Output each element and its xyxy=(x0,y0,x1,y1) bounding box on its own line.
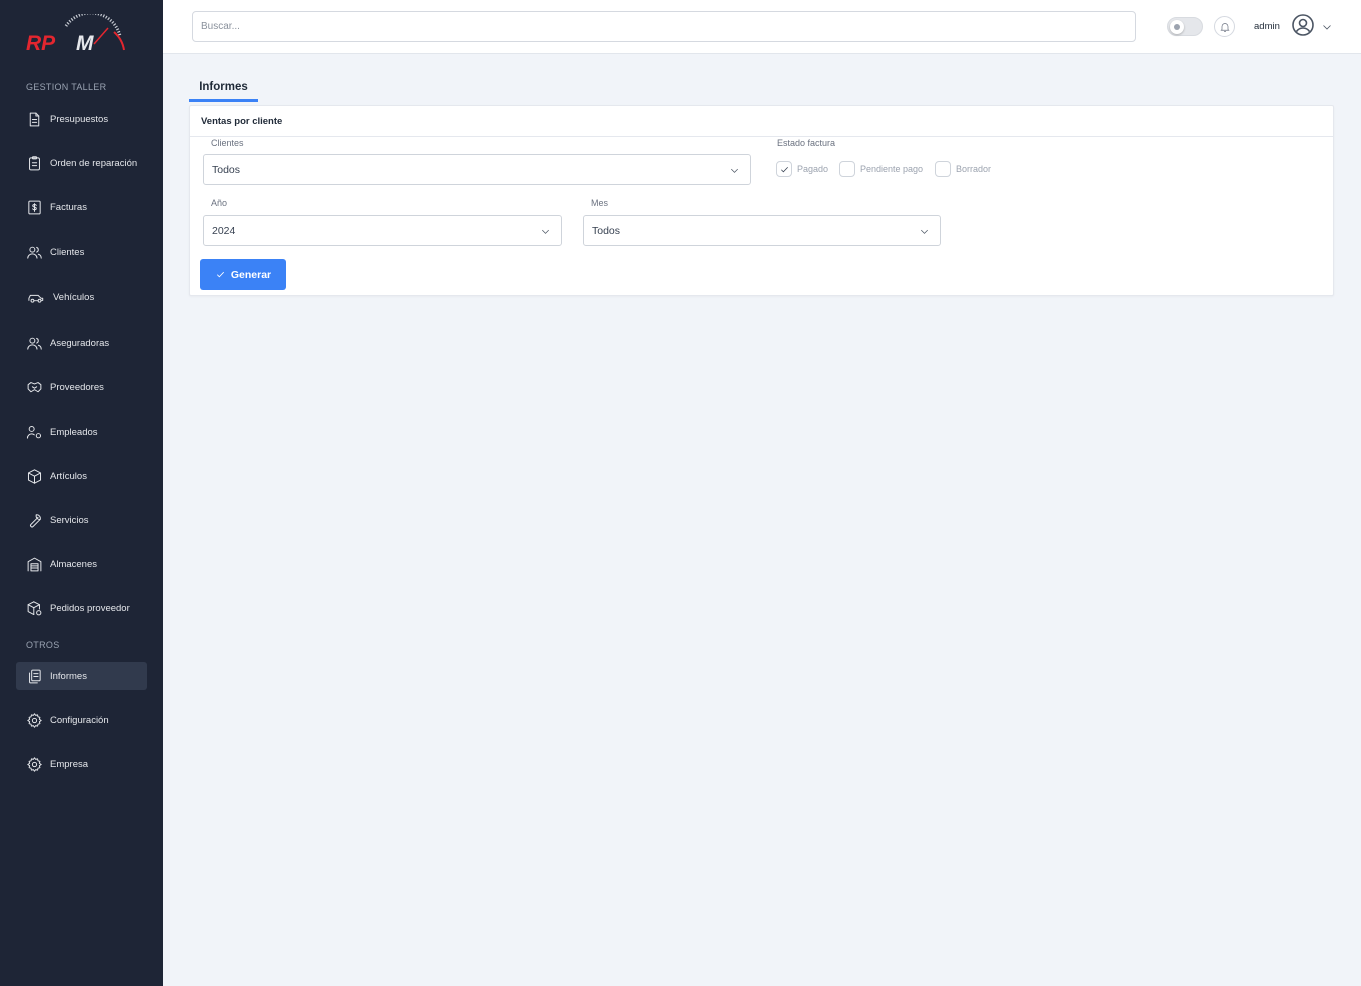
documents-icon xyxy=(29,669,41,683)
sidebar-item-label: Empleados xyxy=(50,426,98,438)
sidebar-item-proveedores[interactable]: Proveedores xyxy=(16,373,147,401)
sidebar-item-label: Facturas xyxy=(50,201,87,213)
mes-select[interactable]: Todos xyxy=(583,215,941,246)
sidebar-item-facturas[interactable]: Facturas xyxy=(16,193,147,221)
checkbox-box[interactable] xyxy=(839,161,855,177)
sidebar-item-label: Vehículos xyxy=(53,291,95,303)
chevron-down-icon xyxy=(1323,25,1331,30)
svg-text:M: M xyxy=(76,32,94,55)
bell-icon xyxy=(1219,22,1230,32)
anio-label: Año xyxy=(211,198,228,208)
toggle-knob xyxy=(1170,20,1184,34)
sidebar-item-label: Proveedores xyxy=(50,381,104,393)
sidebar-item-articulos[interactable]: Artículos xyxy=(16,462,147,490)
checkbox-label: Borrador xyxy=(956,164,992,174)
sidebar-item-label: Empresa xyxy=(50,758,89,770)
user-avatar[interactable] xyxy=(1291,13,1315,37)
users-icon xyxy=(27,246,42,259)
sidebar-item-vehiculos[interactable]: Vehículos xyxy=(16,283,147,311)
sidebar: RP M GESTION TALLER Presupuestos Orden d… xyxy=(0,0,163,986)
rpm-logo[interactable]: RP M xyxy=(24,14,128,56)
anio-value: 2024 xyxy=(212,224,236,237)
sidebar-item-informes[interactable]: Informes xyxy=(16,662,147,690)
anio-select[interactable]: 2024 xyxy=(203,215,562,246)
checkbox-label: Pagado xyxy=(797,164,829,174)
sidebar-item-label: Informes xyxy=(50,670,87,682)
wrench-icon xyxy=(30,513,41,527)
estado-factura-label: Estado factura xyxy=(777,138,836,148)
mes-value: Todos xyxy=(592,224,621,237)
handshake-icon xyxy=(27,381,42,392)
user-gear-icon xyxy=(26,425,42,439)
section-gestion-taller: GESTION TALLER xyxy=(26,82,107,92)
estado-pendiente-checkbox[interactable]: Pendiente pago xyxy=(839,161,923,177)
gear-icon xyxy=(27,712,42,728)
sidebar-item-label: Orden de reparación xyxy=(50,157,138,169)
sidebar-item-almacenes[interactable]: Almacenes xyxy=(16,550,147,578)
sidebar-item-label: Almacenes xyxy=(50,558,97,570)
sidebar-item-empresa[interactable]: Empresa xyxy=(16,750,147,778)
package-icon xyxy=(27,600,42,615)
report-title: Ventas por cliente xyxy=(201,116,283,127)
check-icon xyxy=(780,166,788,172)
notifications-button[interactable] xyxy=(1214,16,1235,37)
sidebar-item-pedidos-proveedor[interactable]: Pedidos proveedor xyxy=(16,594,147,622)
estado-pagado-checkbox[interactable]: Pagado xyxy=(776,161,828,177)
sidebar-item-servicios[interactable]: Servicios xyxy=(16,506,147,534)
sidebar-item-label: Artículos xyxy=(50,470,87,482)
car-icon xyxy=(28,294,44,303)
chevron-down-icon xyxy=(542,229,549,234)
box-icon xyxy=(27,468,42,484)
sidebar-item-label: Presupuestos xyxy=(50,113,109,125)
mes-label: Mes xyxy=(591,198,609,208)
sidebar-item-presupuestos[interactable]: Presupuestos xyxy=(16,105,147,133)
chevron-down-icon xyxy=(921,229,928,234)
generar-label: Generar xyxy=(230,268,272,281)
sidebar-item-aseguradoras[interactable]: Aseguradoras xyxy=(16,329,147,357)
clientes-select[interactable]: Todos xyxy=(203,154,751,185)
clientes-value: Todos xyxy=(212,163,241,176)
user-circle-icon xyxy=(1292,14,1314,36)
estado-borrador-checkbox[interactable]: Borrador xyxy=(935,161,991,177)
sidebar-item-label: Aseguradoras xyxy=(50,337,110,349)
search-input[interactable] xyxy=(192,11,1136,42)
checkbox-label: Pendiente pago xyxy=(860,164,924,174)
check-icon xyxy=(216,271,224,278)
generar-button[interactable]: Generar xyxy=(200,259,286,290)
sidebar-item-label: Pedidos proveedor xyxy=(50,602,130,614)
warehouse-icon xyxy=(27,557,42,571)
card-divider xyxy=(190,136,1333,137)
user-name[interactable]: admin xyxy=(1254,21,1280,32)
sidebar-item-label: Configuración xyxy=(50,714,109,726)
sidebar-item-clientes[interactable]: Clientes xyxy=(16,238,147,266)
section-otros: OTROS xyxy=(26,640,60,650)
tab-informes[interactable]: Informes xyxy=(189,78,258,102)
report-card: Ventas por cliente Clientes Todos Estado… xyxy=(189,105,1334,296)
sidebar-item-empleados[interactable]: Empleados xyxy=(16,418,147,446)
checkbox-box[interactable] xyxy=(776,161,792,177)
document-icon xyxy=(29,112,40,126)
svg-text:RP: RP xyxy=(26,32,56,55)
sidebar-item-label: Servicios xyxy=(50,514,89,526)
gear-icon xyxy=(27,756,42,772)
sidebar-item-label: Clientes xyxy=(50,246,85,258)
clientes-label: Clientes xyxy=(211,138,244,148)
sidebar-item-orden-reparacion[interactable]: Orden de reparación xyxy=(16,149,147,177)
user-menu-chevron[interactable] xyxy=(1321,20,1333,32)
clipboard-icon xyxy=(29,155,40,170)
chevron-down-icon xyxy=(731,168,738,173)
top-header: admin xyxy=(163,0,1361,54)
sidebar-item-configuracion[interactable]: Configuración xyxy=(16,706,147,734)
invoice-dollar-icon xyxy=(28,200,41,214)
checkbox-box[interactable] xyxy=(935,161,951,177)
theme-toggle[interactable] xyxy=(1167,17,1203,36)
users-icon xyxy=(27,337,42,350)
